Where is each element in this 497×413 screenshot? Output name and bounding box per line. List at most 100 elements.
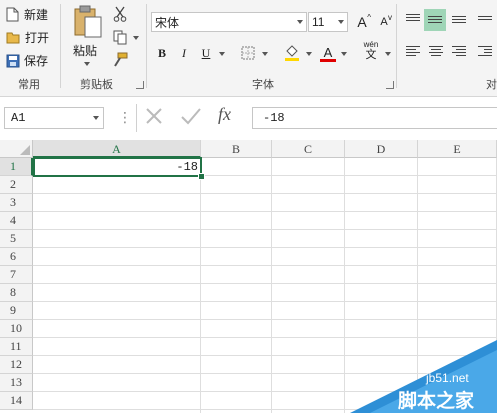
paste-icon (74, 5, 102, 38)
paste-dropdown-arrow (84, 62, 90, 66)
underline-dropdown-arrow[interactable] (219, 52, 225, 56)
row-header-12[interactable]: 12 (0, 356, 33, 374)
cut-button[interactable] (110, 4, 130, 24)
save-button[interactable]: 保存 (6, 52, 48, 69)
font-color-dropdown-arrow[interactable] (341, 52, 347, 56)
row-header-7[interactable]: 7 (0, 266, 33, 284)
alignment-group-label: 对 (486, 79, 497, 91)
row-gridline (33, 247, 497, 248)
phonetic-button[interactable]: wén 文 (360, 40, 382, 64)
row-header-8[interactable]: 8 (0, 284, 33, 302)
name-box[interactable]: A1 (4, 107, 104, 129)
open-button[interactable]: 打开 (6, 29, 49, 46)
fill-color-button[interactable] (282, 43, 302, 63)
font-color-button[interactable]: A (318, 42, 338, 62)
bold-button[interactable]: B (152, 43, 172, 63)
column-header-b[interactable]: B (201, 140, 272, 158)
row-gridline (33, 211, 497, 212)
column-header-a[interactable]: A (33, 140, 201, 158)
row-header-9[interactable]: 9 (0, 302, 33, 320)
insert-function-button[interactable]: fx (218, 104, 231, 125)
font-color-swatch (320, 59, 336, 62)
font-launcher-icon[interactable] (386, 81, 394, 89)
chevron-down-icon (297, 20, 303, 24)
copy-dropdown-arrow[interactable] (133, 36, 139, 40)
font-size-select[interactable]: 11 (308, 12, 348, 32)
copy-button[interactable] (110, 27, 130, 47)
name-box-chevron-down-icon[interactable] (93, 116, 99, 120)
format-painter-button[interactable] (110, 50, 130, 70)
column-gridline (344, 158, 345, 413)
column-header-e[interactable]: E (418, 140, 497, 158)
row-gridline (33, 283, 497, 284)
row-header-3[interactable]: 3 (0, 194, 33, 212)
watermark-site: 脚本之家 (398, 391, 475, 412)
cell-a1-value: -18 (176, 160, 198, 174)
border-icon (241, 46, 255, 60)
cell-a1[interactable]: -18 (33, 157, 202, 177)
row-header-11[interactable]: 11 (0, 338, 33, 356)
grow-font-caret: ^ (367, 13, 371, 22)
enter-button[interactable] (180, 106, 202, 129)
column-header-d[interactable]: D (345, 140, 418, 158)
orientation-button[interactable] (478, 14, 492, 22)
formula-input[interactable]: -18 (252, 107, 497, 129)
cancel-x-icon (146, 108, 162, 124)
fill-color-dropdown-arrow[interactable] (306, 52, 312, 56)
checkmark-icon (181, 108, 201, 125)
align-bottom-button[interactable] (452, 14, 466, 25)
clipboard-launcher-icon[interactable] (136, 81, 144, 89)
new-label: 新建 (24, 8, 49, 22)
save-label: 保存 (24, 54, 49, 68)
row-gridline (33, 337, 497, 338)
shrink-font-caret: v (388, 13, 392, 22)
align-top-button[interactable] (406, 12, 420, 23)
row-header-2[interactable]: 2 (0, 176, 33, 194)
clipboard-group-label: 剪贴板 (80, 79, 113, 91)
row-header-14[interactable]: 14 (0, 392, 33, 410)
align-right-button[interactable] (452, 44, 466, 58)
row-header-5[interactable]: 5 (0, 230, 33, 248)
row-header-13[interactable]: 13 (0, 374, 33, 392)
group-separator (146, 4, 147, 88)
phonetic-pinyin: wén (363, 40, 379, 49)
formula-separator (136, 104, 137, 132)
align-left-button[interactable] (406, 44, 420, 58)
format-painter-icon (114, 52, 128, 67)
more-options-icon[interactable]: ⋮ (118, 110, 132, 124)
paste-button[interactable]: 粘贴 (70, 4, 104, 70)
copy-icon (113, 30, 127, 44)
underline-button[interactable]: U (196, 43, 216, 63)
common-group-label: 常用 (18, 79, 40, 91)
align-center-button[interactable] (429, 44, 443, 58)
shrink-font-button[interactable]: Av (374, 12, 394, 32)
indent-button[interactable] (478, 44, 492, 58)
select-all-corner[interactable] (0, 140, 33, 158)
border-dropdown-arrow[interactable] (262, 52, 268, 56)
chevron-down-icon (338, 20, 344, 24)
phonetic-dropdown-arrow[interactable] (385, 52, 391, 56)
cancel-button[interactable] (144, 106, 164, 129)
new-button[interactable]: 新建 (6, 6, 48, 23)
column-gridline (200, 158, 201, 413)
grow-font-button[interactable]: A ^ (352, 12, 372, 32)
font-color-letter: A (323, 44, 333, 60)
row-header-1[interactable]: 1 (0, 158, 33, 176)
row-header-10[interactable]: 10 (0, 320, 33, 338)
row-header-4[interactable]: 4 (0, 212, 33, 230)
ribbon: 新建 打开 保存 常用 粘贴 剪贴板 宋体 11 A ^ Av B I U A … (0, 0, 497, 97)
folder-open-icon (6, 32, 20, 44)
phonetic-char: 文 (365, 49, 377, 61)
open-label: 打开 (25, 31, 50, 45)
font-name-select[interactable]: 宋体 (151, 12, 307, 32)
row-gridline (33, 229, 497, 230)
border-button[interactable] (238, 43, 258, 63)
column-header-c[interactable]: C (272, 140, 345, 158)
paste-label: 粘贴 (73, 44, 98, 58)
align-middle-button[interactable] (424, 9, 446, 31)
row-header-6[interactable]: 6 (0, 248, 33, 266)
italic-button[interactable]: I (174, 43, 194, 63)
fill-handle[interactable] (198, 173, 205, 180)
font-group-label: 字体 (252, 79, 274, 91)
row-gridline (33, 265, 497, 266)
